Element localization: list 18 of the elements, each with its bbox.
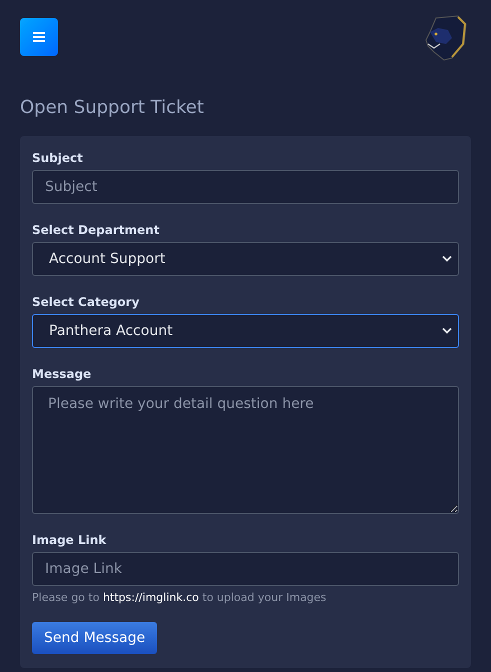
message-field[interactable]: Please write your detail question here: [32, 386, 459, 514]
send-message-button[interactable]: Send Message: [32, 622, 158, 654]
select-field[interactable]: Account Support: [32, 242, 459, 276]
chevron-down-icon: [442, 328, 452, 334]
page-title: Open Support Ticket: [20, 96, 205, 120]
help-text: Please go to https://imglink.co to upload your Images: [32, 590, 328, 606]
text-field[interactable]: Image Link: [32, 552, 459, 586]
field-label: Image Link: [32, 532, 108, 548]
menu-icon: [33, 32, 45, 42]
field-label: Select Department: [32, 222, 160, 238]
field-label: Message: [32, 366, 92, 382]
imglink-link[interactable]: https://imglink.co: [102, 591, 199, 604]
menu-button[interactable]: [20, 18, 58, 56]
chevron-down-icon: [442, 256, 452, 262]
text-field[interactable]: Subject: [32, 170, 459, 204]
field-label: Select Category: [32, 294, 140, 310]
field-label: Subject: [32, 150, 84, 166]
select-field[interactable]: Panthera Account: [32, 314, 459, 348]
